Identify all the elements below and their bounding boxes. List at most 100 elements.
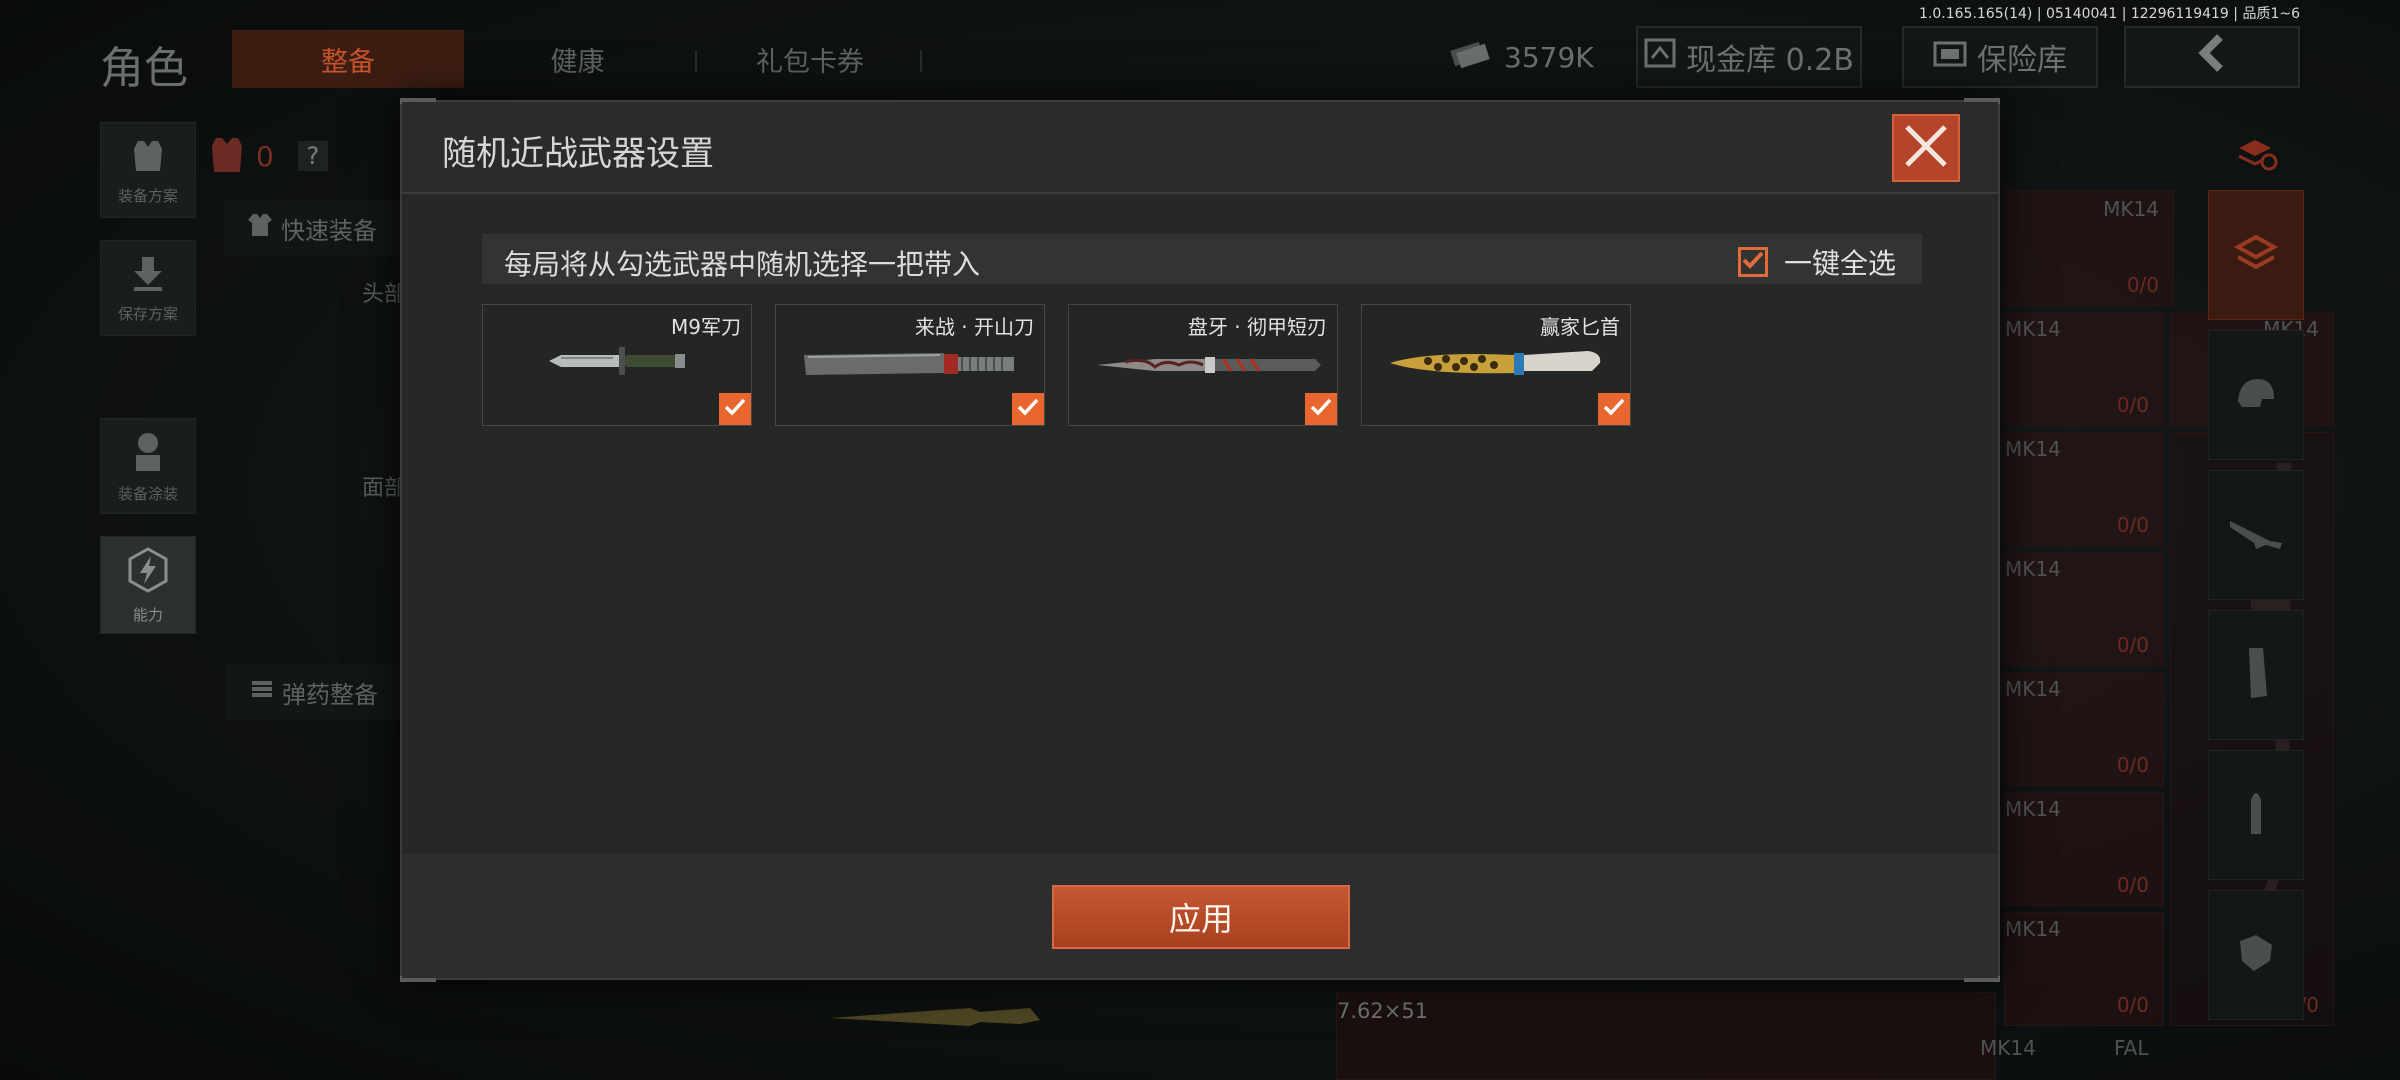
slot-count: 0/0 (2116, 633, 2149, 657)
grid-slot[interactable]: MK14 0/0 (2004, 432, 2164, 546)
tab-gift-coupons[interactable]: 礼包卡券 (720, 30, 900, 88)
caliber-label: 7.62×51 (1337, 999, 1429, 1023)
grid-slot[interactable]: MK14 0/0 (2004, 190, 2174, 306)
slot-weapon-label: MK14 (2005, 557, 2061, 581)
helmet-icon (2234, 373, 2278, 417)
armor-counter: 0 ? (208, 126, 408, 186)
page-title: 角色 (100, 43, 188, 94)
random-melee-settings-dialog: 随机近战武器设置 每局将从勾选武器中随机选择一把带入 一键全选 M9军刀 来战 … (400, 98, 2000, 982)
help-button[interactable]: ? (297, 141, 328, 171)
back-arrow-icon (2192, 33, 2232, 81)
category-rifle-button[interactable] (2208, 470, 2304, 600)
quick-equip-label: 快速装备 (281, 216, 377, 245)
safe-box-button[interactable]: 保险库 (1902, 26, 2098, 88)
info-text: 每局将从勾选武器中随机选择一把带入 (504, 248, 981, 281)
winner-dagger-image (1388, 341, 1608, 389)
checkmark-icon (724, 397, 746, 421)
weapon-checkbox[interactable] (1598, 393, 1630, 425)
checkmark-icon (1603, 397, 1625, 421)
armor-icon (208, 134, 246, 178)
m9-knife-image (547, 341, 687, 385)
grid-slot[interactable]: MK14 0/0 (2004, 792, 2164, 906)
sidebar-item-equipment-skin[interactable]: 装备涂装 (100, 418, 196, 514)
safe-box-label: 保险库 (1977, 43, 2067, 78)
sidebar-item-abilities[interactable]: 能力 (100, 536, 196, 634)
fang-blade-image (1095, 351, 1325, 381)
category-attachment-button[interactable] (2208, 890, 2304, 1020)
weapon-card-m9[interactable]: M9军刀 (482, 304, 752, 426)
slot-weapon-label: MK14 (2005, 317, 2061, 341)
sidebar-item-save-plan[interactable]: 保存方案 (100, 240, 196, 336)
category-helmet-button[interactable] (2208, 330, 2304, 460)
version-info: 1.0.165.165(14) | 05140041 | 12296119419… (1919, 6, 2300, 22)
rotate-button[interactable] (2208, 128, 2304, 184)
grid-slot[interactable]: MK14 0/0 (2004, 552, 2164, 666)
grid-slot[interactable]: MK14 0/0 (2004, 912, 2164, 1026)
slot-weapon-label: MK14 (1980, 1036, 2036, 1060)
slot-weapon-label: MK14 (2005, 677, 2061, 701)
weapon-card-fang-blade[interactable]: 盘牙 · 彻甲短刃 (1068, 304, 1338, 426)
weapon-name: 赢家匕首 (1540, 315, 1620, 339)
ammo-icon (250, 677, 274, 707)
sidebar-item-label: 能力 (132, 605, 163, 624)
weapon-checkbox[interactable] (1305, 393, 1337, 425)
info-bar: 每局将从勾选武器中随机选择一把带入 一键全选 (482, 234, 1922, 284)
close-button[interactable] (1892, 114, 1960, 182)
bottom-knife-thumbnail (820, 990, 1060, 1040)
slot-count: 0/0 (2126, 273, 2159, 297)
weapon-name: 盘牙 · 彻甲短刃 (1187, 315, 1327, 339)
sidebar-item-label: 装备涂装 (117, 484, 178, 503)
category-magazine-button[interactable] (2208, 610, 2304, 740)
slot-count: 0/0 (2116, 873, 2149, 897)
quick-equip-button[interactable]: 快速装备 (224, 200, 400, 256)
ammo-prep-button[interactable]: 弹药整备 (226, 664, 402, 720)
top-bar: 角色 整备 健康 礼包卡券 3579K 现金库 0.2B 保险库 1.0.165… (0, 0, 2400, 104)
safe-icon (1933, 40, 1967, 75)
vest-icon (128, 135, 168, 179)
select-all-checkbox[interactable] (1737, 247, 1768, 277)
checkmark-icon (1742, 250, 1764, 274)
tab-divider (695, 50, 697, 72)
category-ammo-button[interactable] (2208, 750, 2304, 880)
select-all-toggle[interactable]: 一键全选 (1737, 242, 1896, 282)
back-button[interactable] (2124, 26, 2300, 88)
dialog-title: 随机近战武器设置 (442, 134, 714, 174)
category-all-button[interactable] (2208, 190, 2304, 320)
vault-icon (1644, 38, 1676, 76)
tab-equipment[interactable]: 整备 (232, 30, 464, 88)
weapon-card-machete[interactable]: 来战 · 开山刀 (775, 304, 1045, 426)
slot-count: 0/0 (2116, 753, 2149, 777)
weapon-name: M9军刀 (671, 315, 741, 339)
ammo-slot[interactable]: 7.62×51 (1336, 992, 1996, 1080)
slot-weapon-label: MK14 (2005, 797, 2061, 821)
dialog-footer: 应用 (402, 854, 1998, 978)
slot-weapon-label: MK14 (2005, 437, 2061, 461)
cash-vault-button[interactable]: 现金库 0.2B (1636, 26, 1862, 88)
grid-slot[interactable]: MK14 0/0 (2004, 312, 2164, 426)
weapon-card-winner-dagger[interactable]: 赢家匕首 (1361, 304, 1631, 426)
slot-weapon-label: MK14 (2103, 197, 2159, 221)
grid-slot[interactable]: MK14 0/0 (2004, 672, 2164, 786)
apply-button[interactable]: 应用 (1052, 885, 1350, 949)
slot-count: 0/0 (2116, 513, 2149, 537)
tab-health[interactable]: 健康 (490, 30, 665, 88)
soldier-icon (128, 429, 168, 477)
armor-count: 0 (256, 139, 274, 173)
cash-vault-label: 现金库 0.2B (1686, 43, 1854, 78)
sidebar-item-loadout-plan[interactable]: 装备方案 (100, 122, 196, 218)
shirt-icon (247, 212, 273, 244)
close-icon (1903, 123, 1949, 173)
checkmark-icon (1017, 397, 1039, 421)
weapon-checkbox[interactable] (1012, 393, 1044, 425)
slot-count: 0/0 (2116, 993, 2149, 1017)
slot-weapon-label: FAL (2114, 1036, 2149, 1060)
weapon-checkbox[interactable] (719, 393, 751, 425)
magazine-icon (2241, 646, 2271, 704)
bullet-icon (2241, 786, 2271, 844)
cash-stack-icon (1450, 40, 1490, 75)
slot-weapon-label: MK14 (2005, 917, 2061, 941)
dialog-header: 随机近战武器设置 (402, 102, 1998, 194)
layers-icon (2232, 229, 2280, 281)
machete-image (802, 349, 1022, 383)
lightning-icon (124, 546, 172, 598)
